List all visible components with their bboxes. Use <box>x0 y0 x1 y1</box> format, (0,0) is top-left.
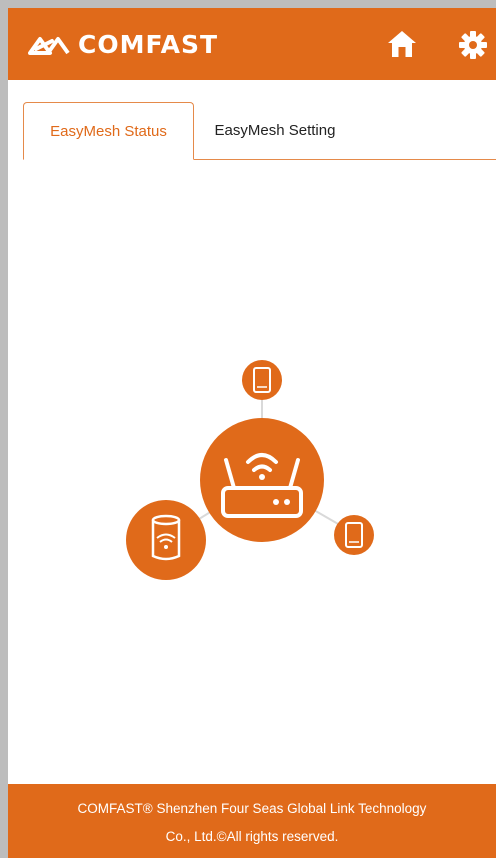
phone-icon[interactable] <box>334 515 374 555</box>
router-icon[interactable] <box>200 418 324 542</box>
app-frame: COMFAST EasyMesh Status EasyMesh Setting… <box>8 8 496 858</box>
mesh-satellite-icon[interactable] <box>126 500 206 580</box>
phone-icon[interactable] <box>242 360 282 400</box>
mesh-topology-diagram <box>126 360 374 580</box>
copyright-line-1: COMFAST® Shenzhen Four Seas Global Link … <box>77 801 427 816</box>
copyright-line-2: Co., Ltd.©All rights reserved. <box>165 829 339 844</box>
footer: COMFAST® Shenzhen Four Seas Global Link … <box>8 784 496 858</box>
